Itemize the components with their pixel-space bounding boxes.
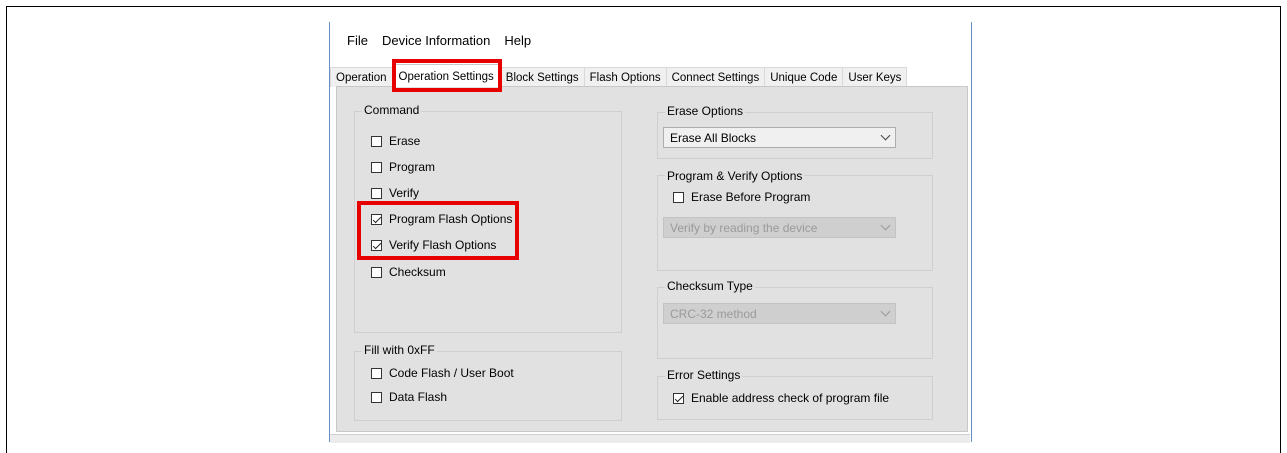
enable-address-check-label: Enable address check of program file [691,391,890,405]
program-checkbox-row[interactable]: Program [371,160,435,174]
code-flash-checkbox[interactable] [371,367,382,379]
erase-checkbox[interactable] [371,135,382,147]
menu-bar: File Device Information Help [340,30,538,52]
tab-operation[interactable]: Operation [330,67,393,87]
code-flash-checkbox-row[interactable]: Code Flash / User Boot [371,366,514,380]
program-label: Program [389,160,436,174]
fill-group [354,351,622,421]
erase-options-value: Erase All Blocks [670,130,757,145]
program-flash-options-checkbox[interactable] [371,213,382,225]
checksum-type-title: Checksum Type [665,279,755,293]
erase-before-program-label: Erase Before Program [691,190,811,204]
data-flash-label: Data Flash [389,390,448,404]
settings-panel: Command Erase Program Verify Program Fla… [336,86,968,432]
checksum-checkbox-row[interactable]: Checksum [371,265,446,279]
tab-bar: Operation Operation Settings Block Setti… [330,64,908,87]
verify-label: Verify [389,186,420,200]
verify-checkbox[interactable] [371,187,382,199]
checksum-checkbox[interactable] [371,266,382,278]
data-flash-checkbox-row[interactable]: Data Flash [371,390,447,404]
program-verify-title: Program & Verify Options [665,169,805,183]
command-group-title: Command [362,103,422,117]
fill-group-title: Fill with 0xFF [362,343,437,357]
chevron-down-icon [880,130,891,141]
verify-method-select[interactable]: Verify by reading the device [663,217,896,238]
program-flash-options-label: Program Flash Options [389,212,513,226]
tab-flash-options[interactable]: Flash Options [583,67,667,87]
program-checkbox[interactable] [371,161,382,173]
erase-options-title: Erase Options [665,104,746,118]
erase-options-select[interactable]: Erase All Blocks [663,127,896,148]
tab-block-settings[interactable]: Block Settings [499,67,585,87]
tab-unique-code[interactable]: Unique Code [764,67,844,87]
verify-flash-options-checkbox-row[interactable]: Verify Flash Options [371,238,496,252]
tab-operation-settings[interactable]: Operation Settings [391,64,501,87]
checksum-type-value: CRC-32 method [670,306,757,321]
verify-flash-options-checkbox[interactable] [371,239,382,251]
program-flash-options-checkbox-row[interactable]: Program Flash Options [371,212,512,226]
checksum-label: Checksum [389,265,446,279]
chevron-down-icon [880,220,891,231]
tab-connect-settings[interactable]: Connect Settings [665,67,766,87]
chevron-down-icon [880,306,891,317]
erase-before-program-checkbox[interactable] [673,191,684,203]
verify-checkbox-row[interactable]: Verify [371,186,419,200]
erase-before-program-row[interactable]: Erase Before Program [673,190,810,204]
menu-device-information[interactable]: Device Information [375,30,497,52]
checksum-type-select[interactable]: CRC-32 method [663,303,896,324]
menu-file[interactable]: File [340,30,375,52]
error-settings-title: Error Settings [665,368,743,382]
code-flash-label: Code Flash / User Boot [389,366,514,380]
enable-address-check-row[interactable]: Enable address check of program file [673,391,889,405]
enable-address-check-checkbox[interactable] [673,392,684,404]
tab-user-keys[interactable]: User Keys [842,67,908,87]
window-right-edge [971,22,972,442]
menu-help[interactable]: Help [497,30,538,52]
erase-label: Erase [389,134,421,148]
verify-method-value: Verify by reading the device [670,220,818,235]
data-flash-checkbox[interactable] [371,391,382,403]
status-strip [330,434,970,443]
verify-flash-options-label: Verify Flash Options [389,238,497,252]
erase-checkbox-row[interactable]: Erase [371,134,420,148]
